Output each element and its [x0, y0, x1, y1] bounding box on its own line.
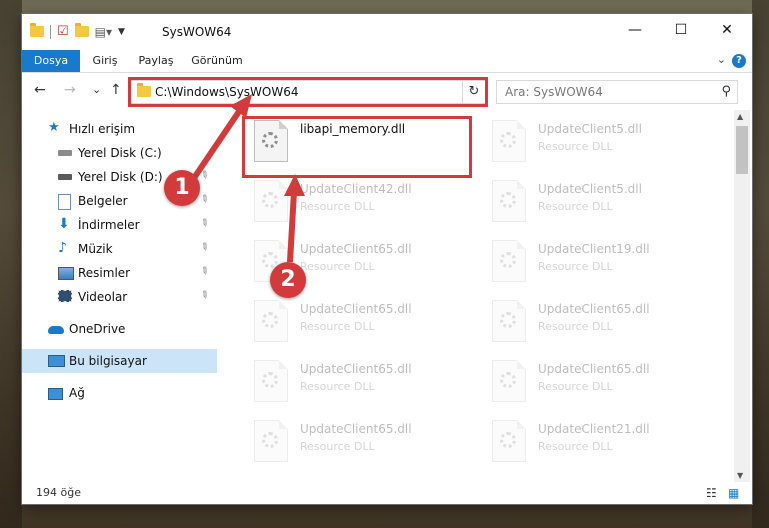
arrow-1-line	[191, 108, 243, 180]
step-2-badge: 2	[270, 262, 306, 298]
annotation-arrows	[191, 94, 305, 263]
arrow-2-head	[284, 174, 305, 196]
arrow-1-head	[230, 94, 252, 118]
step-1-badge: 1	[164, 170, 200, 206]
arrow-2-line	[287, 191, 297, 263]
